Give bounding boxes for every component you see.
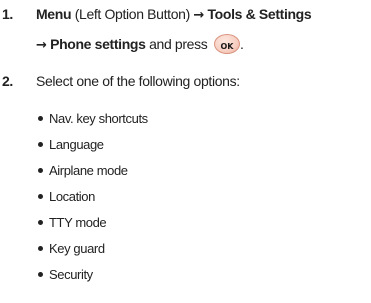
- arrow-icon: →: [36, 38, 47, 53]
- option-label: TTY mode: [49, 215, 107, 230]
- option-label: Key guard: [49, 241, 105, 256]
- ok-key-icon: OK: [213, 34, 240, 55]
- option-label: Nav. key shortcuts: [49, 111, 148, 126]
- bullet-icon: [38, 272, 43, 277]
- bullet-icon: [38, 116, 43, 121]
- step-2-number: 2.: [2, 73, 13, 89]
- option-label: Security: [49, 267, 93, 282]
- bullet-icon: [38, 168, 43, 173]
- tools-settings-label: Tools & Settings: [207, 6, 312, 22]
- option-label: Airplane mode: [49, 163, 128, 178]
- bullet-icon: [38, 142, 43, 147]
- step-2-text: Select one of the following options:: [36, 73, 240, 89]
- left-option-button-note: (Left Option Button): [71, 6, 194, 22]
- step-1-period: .: [239, 36, 244, 52]
- menu-label: Menu: [36, 6, 72, 22]
- bullet-icon: [38, 194, 43, 199]
- step-1-line-1: Menu (Left Option Button) → Tools & Sett…: [36, 5, 312, 25]
- step-1-line-2: → Phone settings and press OK.: [36, 34, 244, 55]
- option-label: Language: [49, 137, 104, 152]
- phone-settings-label: Phone settings: [50, 36, 146, 52]
- step-1-number: 1.: [2, 6, 13, 22]
- instruction-document: 1. Menu (Left Option Button) → Tools & S…: [0, 0, 371, 303]
- bullet-icon: [38, 246, 43, 251]
- ok-key-label: OK: [220, 42, 234, 52]
- arrow-icon: →: [193, 8, 204, 23]
- press-text: and press: [145, 36, 211, 52]
- bullet-icon: [38, 220, 43, 225]
- option-label: Location: [49, 189, 95, 204]
